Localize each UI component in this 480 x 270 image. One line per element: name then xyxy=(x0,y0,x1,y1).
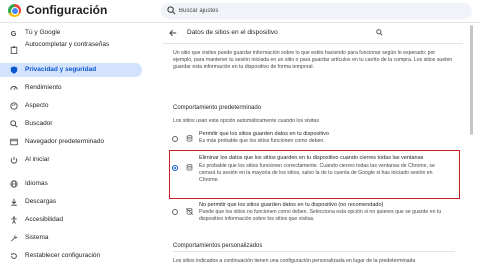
sidebar-item-autocompletar[interactable]: Autocompletar y contraseñas xyxy=(0,41,142,59)
speedometer-icon xyxy=(10,86,18,90)
download-icon xyxy=(11,198,17,206)
search-box[interactable] xyxy=(161,3,472,19)
option-description: Es probable que los sitios funcionen cor… xyxy=(199,163,435,183)
sidebar-item-label: Aspecto xyxy=(25,102,49,109)
default-behavior-heading: Comportamiento predeterminado xyxy=(173,105,262,111)
sidebar-item-label: Idiomas xyxy=(25,180,48,187)
option-clear-on-exit[interactable]: Eliminar los datos que los sitios guarde… xyxy=(167,153,459,197)
chrome-logo-icon xyxy=(8,4,21,17)
sidebar: G Tú y Google Autocompletar y contraseña… xyxy=(0,23,158,270)
reset-icon xyxy=(11,252,17,259)
option-description: Puede que los sitios no funcionen como d… xyxy=(199,209,442,222)
wrench-icon xyxy=(10,234,18,242)
sidebar-item-label: Al iniciar xyxy=(25,156,50,163)
google-g-icon: G xyxy=(11,29,17,37)
sidebar-item-al-iniciar[interactable]: Al iniciar xyxy=(0,153,142,167)
page-title: Datos de sitios en el dispositivo xyxy=(187,29,278,36)
sidebar-item-label: Privacidad y seguridad xyxy=(25,66,97,73)
custom-behavior-heading: Comportamientos personalizados xyxy=(173,243,263,249)
radio-clear-on-exit[interactable] xyxy=(172,165,178,171)
sidebar-item-label: Descargas xyxy=(25,198,57,205)
sidebar-item-aspecto[interactable]: Aspecto xyxy=(0,99,142,113)
sidebar-item-idiomas[interactable]: Idiomas xyxy=(0,177,142,191)
sidebar-item-privacidad[interactable]: Privacidad y seguridad xyxy=(0,63,142,77)
option-description: Es más probable que los sitios funcionen… xyxy=(199,138,325,144)
radio-block[interactable] xyxy=(172,209,178,215)
sidebar-item-label: Sistema xyxy=(25,234,49,241)
option-allow[interactable]: Permitir que los sitios guarden datos en… xyxy=(167,130,459,148)
top-bar: Configuración xyxy=(0,0,480,23)
sidebar-item-tu-y-google[interactable]: G Tú y Google xyxy=(0,26,142,40)
divider xyxy=(173,251,455,252)
sidebar-item-accesibilidad[interactable]: Accesibilidad xyxy=(0,213,142,227)
browser-icon xyxy=(10,138,18,146)
search-icon xyxy=(10,120,18,128)
sidebar-item-descargas[interactable]: Descargas xyxy=(0,195,142,209)
sidebar-item-label: Autocompletar y contraseñas xyxy=(25,41,110,48)
sidebar-item-restablecer[interactable]: Restablecer configuración xyxy=(0,249,142,263)
accessibility-icon xyxy=(11,216,17,224)
database-off-icon xyxy=(186,208,193,215)
globe-icon xyxy=(10,180,18,188)
sidebar-item-label: Restablecer configuración xyxy=(25,252,101,259)
sidebar-item-rendimiento[interactable]: Rendimiento xyxy=(0,81,142,95)
divider xyxy=(163,43,463,44)
sidebar-item-label: Navegador predeterminado xyxy=(25,138,105,145)
sidebar-item-label: Buscador xyxy=(25,120,53,127)
sidebar-item-label: Tú y Google xyxy=(25,29,61,36)
search-icon xyxy=(167,6,176,15)
custom-behavior-subtitle: Los sitios indicados a continuación tien… xyxy=(173,258,416,264)
sidebar-item-label: Accesibilidad xyxy=(25,216,63,223)
scrollbar[interactable] xyxy=(469,23,474,270)
sidebar-item-buscador[interactable]: Buscador xyxy=(0,117,142,131)
option-title: Eliminar los datos que los sitios guarde… xyxy=(199,155,424,161)
power-icon xyxy=(10,156,18,164)
clipboard-icon xyxy=(10,46,18,54)
sidebar-item-navegador[interactable]: Navegador predeterminado xyxy=(0,135,142,149)
svg-text:G: G xyxy=(11,29,17,37)
panel-description: Un sitio que visites puede guardar infor… xyxy=(173,50,453,70)
search-icon[interactable] xyxy=(376,29,383,36)
database-icon xyxy=(186,164,193,171)
palette-icon xyxy=(10,102,18,110)
option-title: No permitir que los sitios guarden datos… xyxy=(199,202,384,208)
shield-icon xyxy=(10,66,18,74)
database-icon xyxy=(186,135,193,142)
option-block[interactable]: No permitir que los sitios guarden datos… xyxy=(167,201,459,229)
back-arrow-icon[interactable] xyxy=(169,29,177,37)
scrollbar-thumb[interactable] xyxy=(470,25,473,135)
settings-panel: Datos de sitios en el dispositivo Un sit… xyxy=(159,23,480,270)
option-title: Permitir que los sitios guarden datos en… xyxy=(199,131,329,137)
search-input[interactable] xyxy=(179,3,459,19)
radio-allow[interactable] xyxy=(172,136,178,142)
sidebar-item-sistema[interactable]: Sistema xyxy=(0,231,142,245)
site-data-card: Datos de sitios en el dispositivo Un sit… xyxy=(163,23,463,270)
app-title: Configuración xyxy=(26,3,108,17)
default-behavior-subtitle: Los sitios usan esta opción automáticame… xyxy=(173,118,319,124)
sidebar-item-label: Rendimiento xyxy=(25,84,62,91)
